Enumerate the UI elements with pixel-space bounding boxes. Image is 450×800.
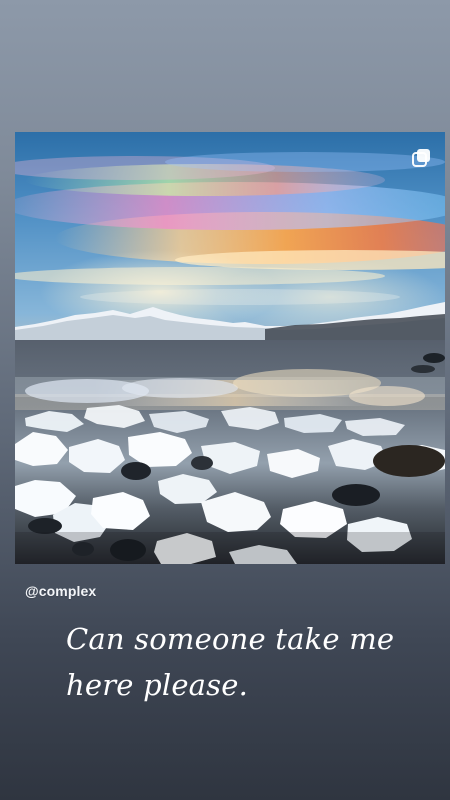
caption-line-2: here please. [66, 668, 249, 702]
username-label[interactable]: @complex [25, 583, 96, 599]
caption-line-1: Can someone take me [66, 622, 395, 656]
multiple-posts-icon [412, 149, 430, 167]
landscape-photo [15, 132, 445, 564]
story-caption: Can someone take me here please. [66, 616, 416, 708]
reposted-post-card[interactable] [15, 132, 445, 564]
